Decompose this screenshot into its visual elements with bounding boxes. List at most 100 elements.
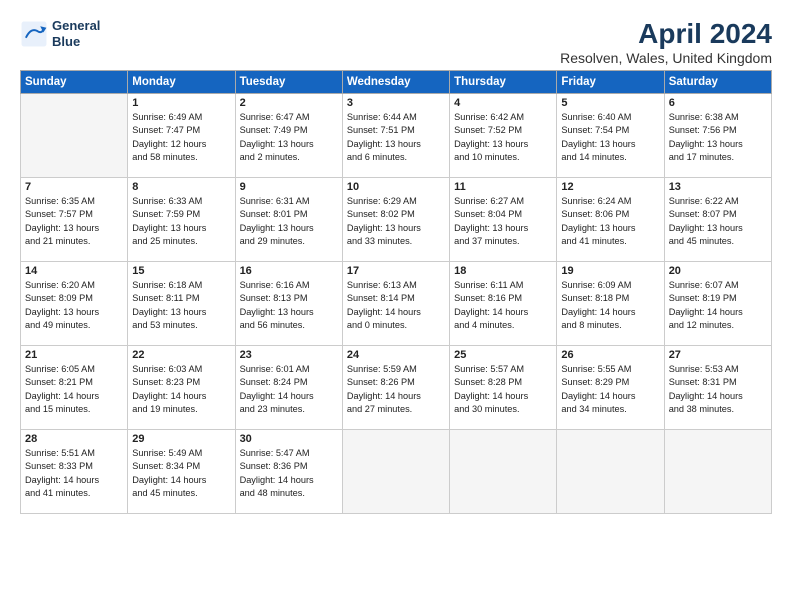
day-number: 29	[132, 433, 230, 445]
day-number: 6	[669, 97, 767, 109]
calendar-cell: 11 Sunrise: 6:27 AM Sunset: 8:04 PM Dayli…	[450, 178, 557, 262]
day-number: 3	[347, 97, 445, 109]
calendar-cell: 21 Sunrise: 6:05 AM Sunset: 8:21 PM Dayli…	[21, 346, 128, 430]
day-number: 24	[347, 349, 445, 361]
calendar-cell: 20 Sunrise: 6:07 AM Sunset: 8:19 PM Dayli…	[664, 262, 771, 346]
day-number: 8	[132, 181, 230, 193]
calendar-cell: 12Sunrise: 6:24 AM Sunset: 8:06 PM Dayli…	[557, 178, 664, 262]
calendar-cell: 18 Sunrise: 6:11 AM Sunset: 8:16 PM Dayli…	[450, 262, 557, 346]
day-info: Sunrise: 6:38 AM Sunset: 7:56 PM Dayligh…	[669, 111, 767, 164]
day-info: Sunrise: 5:47 AM Sunset: 8:36 PM Dayligh…	[240, 447, 338, 500]
day-info: Sunrise: 6:27 AM Sunset: 8:04 PM Dayligh…	[454, 195, 552, 248]
logo-line1: General	[52, 18, 100, 34]
calendar: SundayMondayTuesdayWednesdayThursdayFrid…	[20, 70, 772, 514]
calendar-header-row: SundayMondayTuesdayWednesdayThursdayFrid…	[21, 71, 772, 94]
day-header-tuesday: Tuesday	[235, 71, 342, 94]
calendar-cell: 28 Sunrise: 5:51 AM Sunset: 8:33 PM Dayli…	[21, 430, 128, 514]
logo-icon	[20, 20, 48, 48]
day-number: 26	[561, 349, 659, 361]
day-number: 2	[240, 97, 338, 109]
day-number: 4	[454, 97, 552, 109]
day-number: 16	[240, 265, 338, 277]
day-number: 15	[132, 265, 230, 277]
day-number: 19	[561, 265, 659, 277]
day-info: Sunrise: 5:57 AM Sunset: 8:28 PM Dayligh…	[454, 363, 552, 416]
day-number: 28	[25, 433, 123, 445]
calendar-cell: 10Sunrise: 6:29 AM Sunset: 8:02 PM Dayli…	[342, 178, 449, 262]
day-info: Sunrise: 6:20 AM Sunset: 8:09 PM Dayligh…	[25, 279, 123, 332]
day-info: Sunrise: 5:55 AM Sunset: 8:29 PM Dayligh…	[561, 363, 659, 416]
day-info: Sunrise: 6:49 AM Sunset: 7:47 PM Dayligh…	[132, 111, 230, 164]
day-number: 5	[561, 97, 659, 109]
day-info: Sunrise: 6:22 AM Sunset: 8:07 PM Dayligh…	[669, 195, 767, 248]
day-info: Sunrise: 6:01 AM Sunset: 8:24 PM Dayligh…	[240, 363, 338, 416]
calendar-cell: 30Sunrise: 5:47 AM Sunset: 8:36 PM Dayli…	[235, 430, 342, 514]
day-number: 7	[25, 181, 123, 193]
day-info: Sunrise: 6:42 AM Sunset: 7:52 PM Dayligh…	[454, 111, 552, 164]
day-info: Sunrise: 6:07 AM Sunset: 8:19 PM Dayligh…	[669, 279, 767, 332]
calendar-cell: 7Sunrise: 6:35 AM Sunset: 7:57 PM Daylig…	[21, 178, 128, 262]
calendar-cell: 15Sunrise: 6:18 AM Sunset: 8:11 PM Dayli…	[128, 262, 235, 346]
calendar-cell	[664, 430, 771, 514]
page: General Blue April 2024 Resolven, Wales,…	[0, 0, 792, 612]
day-number: 25	[454, 349, 552, 361]
day-number: 20	[669, 265, 767, 277]
calendar-cell: 22 Sunrise: 6:03 AM Sunset: 8:23 PM Dayli…	[128, 346, 235, 430]
day-number: 11	[454, 181, 552, 193]
day-number: 27	[669, 349, 767, 361]
day-header-saturday: Saturday	[664, 71, 771, 94]
day-header-thursday: Thursday	[450, 71, 557, 94]
day-number: 22	[132, 349, 230, 361]
day-info: Sunrise: 6:47 AM Sunset: 7:49 PM Dayligh…	[240, 111, 338, 164]
calendar-cell	[450, 430, 557, 514]
day-header-wednesday: Wednesday	[342, 71, 449, 94]
day-number: 1	[132, 97, 230, 109]
calendar-cell: 24Sunrise: 5:59 AM Sunset: 8:26 PM Dayli…	[342, 346, 449, 430]
day-info: Sunrise: 6:09 AM Sunset: 8:18 PM Dayligh…	[561, 279, 659, 332]
title-block: April 2024 Resolven, Wales, United Kingd…	[560, 18, 772, 66]
calendar-cell: 8Sunrise: 6:33 AM Sunset: 7:59 PM Daylig…	[128, 178, 235, 262]
calendar-cell: 3Sunrise: 6:44 AM Sunset: 7:51 PM Daylig…	[342, 94, 449, 178]
day-info: Sunrise: 6:05 AM Sunset: 8:21 PM Dayligh…	[25, 363, 123, 416]
day-info: Sunrise: 6:16 AM Sunset: 8:13 PM Dayligh…	[240, 279, 338, 332]
logo-text: General Blue	[52, 18, 100, 49]
calendar-cell: 16 Sunrise: 6:16 AM Sunset: 8:13 PM Dayli…	[235, 262, 342, 346]
calendar-cell: 23Sunrise: 6:01 AM Sunset: 8:24 PM Dayli…	[235, 346, 342, 430]
header: General Blue April 2024 Resolven, Wales,…	[20, 18, 772, 66]
day-info: Sunrise: 6:13 AM Sunset: 8:14 PM Dayligh…	[347, 279, 445, 332]
day-info: Sunrise: 5:51 AM Sunset: 8:33 PM Dayligh…	[25, 447, 123, 500]
calendar-cell: 6 Sunrise: 6:38 AM Sunset: 7:56 PM Daylig…	[664, 94, 771, 178]
day-info: Sunrise: 6:31 AM Sunset: 8:01 PM Dayligh…	[240, 195, 338, 248]
calendar-cell: 5 Sunrise: 6:40 AM Sunset: 7:54 PM Daylig…	[557, 94, 664, 178]
calendar-cell: 17 Sunrise: 6:13 AM Sunset: 8:14 PM Dayli…	[342, 262, 449, 346]
day-number: 9	[240, 181, 338, 193]
day-number: 14	[25, 265, 123, 277]
calendar-cell	[557, 430, 664, 514]
day-number: 17	[347, 265, 445, 277]
day-info: Sunrise: 6:03 AM Sunset: 8:23 PM Dayligh…	[132, 363, 230, 416]
logo: General Blue	[20, 18, 100, 49]
calendar-week-3: 14 Sunrise: 6:20 AM Sunset: 8:09 PM Dayli…	[21, 262, 772, 346]
calendar-cell: 9 Sunrise: 6:31 AM Sunset: 8:01 PM Daylig…	[235, 178, 342, 262]
calendar-cell: 4 Sunrise: 6:42 AM Sunset: 7:52 PM Daylig…	[450, 94, 557, 178]
calendar-cell: 19 Sunrise: 6:09 AM Sunset: 8:18 PM Dayli…	[557, 262, 664, 346]
day-number: 18	[454, 265, 552, 277]
day-header-friday: Friday	[557, 71, 664, 94]
day-info: Sunrise: 6:11 AM Sunset: 8:16 PM Dayligh…	[454, 279, 552, 332]
day-info: Sunrise: 6:40 AM Sunset: 7:54 PM Dayligh…	[561, 111, 659, 164]
day-number: 12	[561, 181, 659, 193]
calendar-week-2: 7Sunrise: 6:35 AM Sunset: 7:57 PM Daylig…	[21, 178, 772, 262]
calendar-cell: 14 Sunrise: 6:20 AM Sunset: 8:09 PM Dayli…	[21, 262, 128, 346]
calendar-cell: 29Sunrise: 5:49 AM Sunset: 8:34 PM Dayli…	[128, 430, 235, 514]
main-title: April 2024	[560, 18, 772, 50]
logo-line2: Blue	[52, 34, 100, 50]
calendar-week-5: 28 Sunrise: 5:51 AM Sunset: 8:33 PM Dayli…	[21, 430, 772, 514]
calendar-cell: 25 Sunrise: 5:57 AM Sunset: 8:28 PM Dayli…	[450, 346, 557, 430]
calendar-cell: 2 Sunrise: 6:47 AM Sunset: 7:49 PM Daylig…	[235, 94, 342, 178]
calendar-cell: 13 Sunrise: 6:22 AM Sunset: 8:07 PM Dayli…	[664, 178, 771, 262]
calendar-cell: 1 Sunrise: 6:49 AM Sunset: 7:47 PM Daylig…	[128, 94, 235, 178]
day-info: Sunrise: 5:53 AM Sunset: 8:31 PM Dayligh…	[669, 363, 767, 416]
day-number: 21	[25, 349, 123, 361]
calendar-cell: 27 Sunrise: 5:53 AM Sunset: 8:31 PM Dayli…	[664, 346, 771, 430]
day-number: 13	[669, 181, 767, 193]
